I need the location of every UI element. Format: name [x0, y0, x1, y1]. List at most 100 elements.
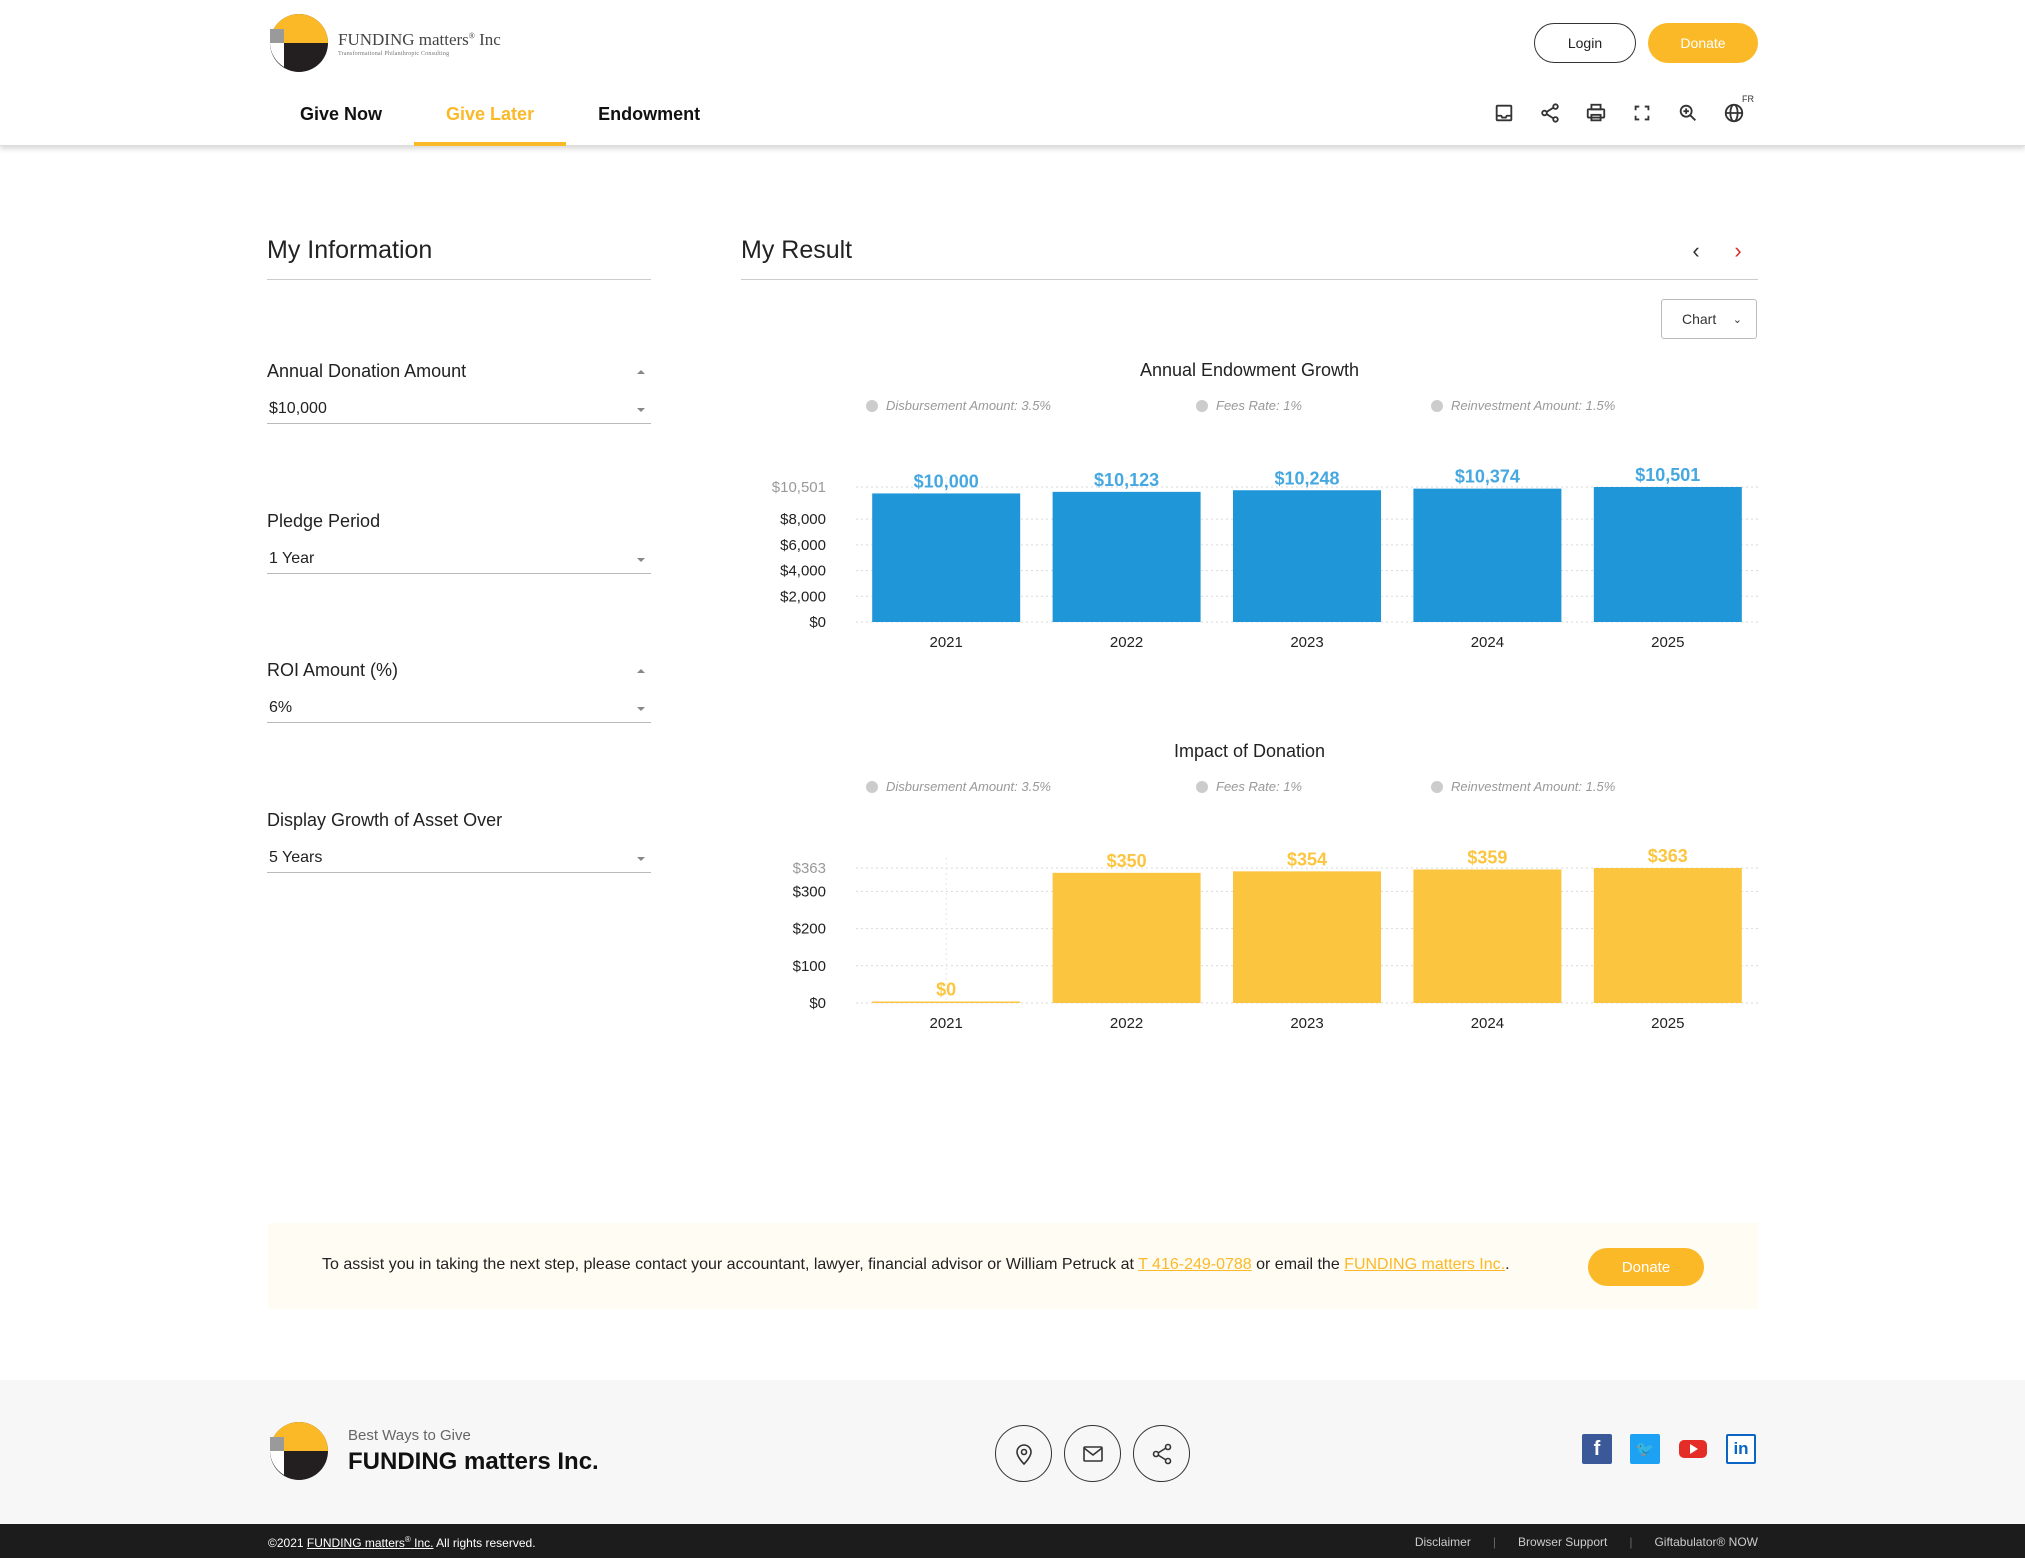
field-value: $10,000 — [269, 400, 327, 417]
footer-logo[interactable]: Best Ways to Give FUNDING matters Inc. — [268, 1420, 599, 1482]
legend-dot-icon — [866, 780, 878, 793]
annual-donation-input[interactable]: $10,000 — [267, 370, 651, 424]
field-value: 1 Year — [269, 550, 315, 567]
site-header: FUNDING matters® Inc Transformational Ph… — [0, 0, 2025, 146]
logo-mark-icon — [270, 14, 328, 72]
bottom-bar: ©2021 FUNDING matters® Inc. All rights r… — [0, 1524, 2025, 1558]
decrement-icon[interactable] — [637, 707, 645, 711]
toolbar: FR — [1492, 94, 1754, 126]
facebook-icon[interactable]: f — [1582, 1434, 1612, 1464]
x-tick-label: 2025 — [1651, 634, 1684, 651]
copyright-link-suffix: Inc. — [410, 1536, 434, 1550]
view-mode-select[interactable]: Chart ⌄ — [1661, 299, 1757, 339]
roi-amount-input[interactable]: 6% — [267, 669, 651, 723]
x-tick-label: 2023 — [1290, 634, 1323, 651]
chart-legend: Disbursement Amount: 3.5% Fees Rate: 1% … — [866, 779, 1666, 799]
data-label: $359 — [1467, 847, 1507, 867]
legend-item[interactable]: Reinvestment Amount: 1.5% — [1431, 779, 1615, 794]
legend-item[interactable]: Disbursement Amount: 3.5% — [866, 398, 1051, 413]
y-tick-label: $10,501 — [772, 479, 826, 496]
data-label: $354 — [1287, 849, 1327, 869]
brand-tagline: Transformational Philanthropic Consultin… — [338, 50, 450, 57]
y-tick-label: $2,000 — [780, 588, 826, 605]
y-tick-label: $0 — [809, 995, 826, 1012]
data-label: $10,123 — [1094, 470, 1159, 490]
y-tick-label: $100 — [793, 958, 826, 975]
youtube-icon[interactable] — [1678, 1434, 1708, 1464]
tab-endowment[interactable]: Endowment — [566, 90, 732, 146]
data-label: $10,248 — [1274, 468, 1339, 488]
legend-item[interactable]: Fees Rate: 1% — [1196, 779, 1302, 794]
donate-button[interactable]: Donate — [1588, 1248, 1704, 1286]
linkedin-icon[interactable]: in — [1726, 1434, 1756, 1464]
chart-legend: Disbursement Amount: 3.5% Fees Rate: 1% … — [866, 398, 1666, 418]
location-icon[interactable] — [995, 1425, 1052, 1482]
x-tick-label: 2023 — [1290, 1015, 1323, 1032]
legend-dot-icon — [1431, 780, 1443, 793]
copyright: ©2021 FUNDING matters® Inc. All rights r… — [268, 1535, 536, 1550]
chart-bar — [1413, 488, 1562, 622]
chevron-left-icon[interactable]: ‹ — [1684, 236, 1708, 266]
data-label: $363 — [1648, 846, 1688, 866]
pledge-period-select[interactable]: 1 Year — [267, 548, 651, 574]
field-label: ROI Amount (%) — [267, 660, 399, 680]
mail-icon[interactable] — [1064, 1425, 1121, 1482]
share-icon[interactable] — [1133, 1425, 1190, 1482]
display-growth-field: Display Growth of Asset Over 5 Years — [267, 810, 651, 873]
footer-title: FUNDING matters Inc. — [348, 1447, 599, 1475]
chevron-down-icon: ⌄ — [1732, 314, 1742, 326]
fullscreen-icon[interactable] — [1630, 100, 1654, 126]
contact-text-before: To assist you in taking the next step, p… — [322, 1256, 1139, 1273]
email-link[interactable]: FUNDING matters Inc. — [1344, 1256, 1505, 1273]
chart-bar — [1052, 872, 1201, 1003]
separator: | — [1629, 1535, 1633, 1549]
increment-icon[interactable] — [637, 370, 645, 374]
view-mode-value: Chart — [1682, 311, 1717, 327]
copyright-link-name: FUNDING matters — [306, 1536, 405, 1550]
copyright-link[interactable]: FUNDING matters® Inc. — [306, 1535, 434, 1550]
increment-icon[interactable] — [637, 669, 645, 673]
x-tick-label: 2024 — [1471, 634, 1504, 651]
legend-label: Reinvestment Amount: 1.5% — [1451, 779, 1616, 794]
tab-give-later[interactable]: Give Later — [414, 90, 567, 146]
giftabulator-link[interactable]: Giftabulator® NOW — [1654, 1535, 1758, 1549]
twitter-icon[interactable]: 🐦 — [1630, 1434, 1660, 1464]
main-tabs: Give Now Give Later Endowment — [268, 90, 732, 146]
legend-item[interactable]: Reinvestment Amount: 1.5% — [1431, 398, 1615, 413]
chart-bar — [1233, 490, 1381, 622]
share-icon[interactable] — [1538, 100, 1562, 126]
phone-link[interactable]: T 416-249-0788 — [1138, 1256, 1252, 1273]
chevron-right-icon[interactable]: › — [1726, 236, 1750, 266]
impact-of-donation-chart: $0 $100 $200 $300 $363 $0 2021 $350 2022 $354 2023… — [793, 846, 1758, 1032]
chart-title: Annual Endowment Growth — [1139, 360, 1360, 380]
login-button[interactable]: Login — [1534, 23, 1636, 63]
contact-text-middle: or email the — [1251, 1256, 1345, 1273]
inbox-icon[interactable] — [1492, 100, 1516, 126]
my-information-title: My Information — [267, 236, 651, 280]
globe-icon[interactable]: FR — [1722, 94, 1754, 126]
browser-support-link[interactable]: Browser Support — [1518, 1535, 1607, 1549]
display-growth-select[interactable]: 5 Years — [267, 847, 651, 873]
legend-item[interactable]: Disbursement Amount: 3.5% — [866, 779, 1051, 794]
language-badge: FR — [1742, 94, 1754, 104]
disclaimer-link[interactable]: Disclaimer — [1415, 1535, 1471, 1549]
legend-label: Disbursement Amount: 3.5% — [886, 398, 1051, 413]
brand-logo[interactable]: FUNDING matters® Inc Transformational Ph… — [268, 12, 501, 74]
donate-button[interactable]: Donate — [1648, 23, 1758, 63]
y-tick-label: $200 — [793, 921, 826, 938]
legend-item[interactable]: Fees Rate: 1% — [1196, 398, 1302, 413]
data-label: $10,374 — [1455, 467, 1520, 487]
field-label: Display Growth of Asset Over — [267, 810, 503, 830]
zoom-icon[interactable] — [1676, 100, 1700, 126]
y-tick-label: $4,000 — [780, 563, 826, 580]
legend-dot-icon — [1196, 780, 1208, 793]
chart-bar — [872, 493, 1021, 622]
decrement-icon[interactable] — [637, 408, 645, 412]
field-value: 6% — [269, 699, 293, 716]
brand-suffix: Inc — [479, 29, 501, 49]
print-icon[interactable] — [1584, 100, 1608, 126]
tab-give-now[interactable]: Give Now — [268, 90, 414, 146]
y-tick-label: $6,000 — [780, 537, 826, 554]
footer-subtitle: Best Ways to Give — [348, 1426, 471, 1444]
field-label: Pledge Period — [267, 511, 381, 531]
